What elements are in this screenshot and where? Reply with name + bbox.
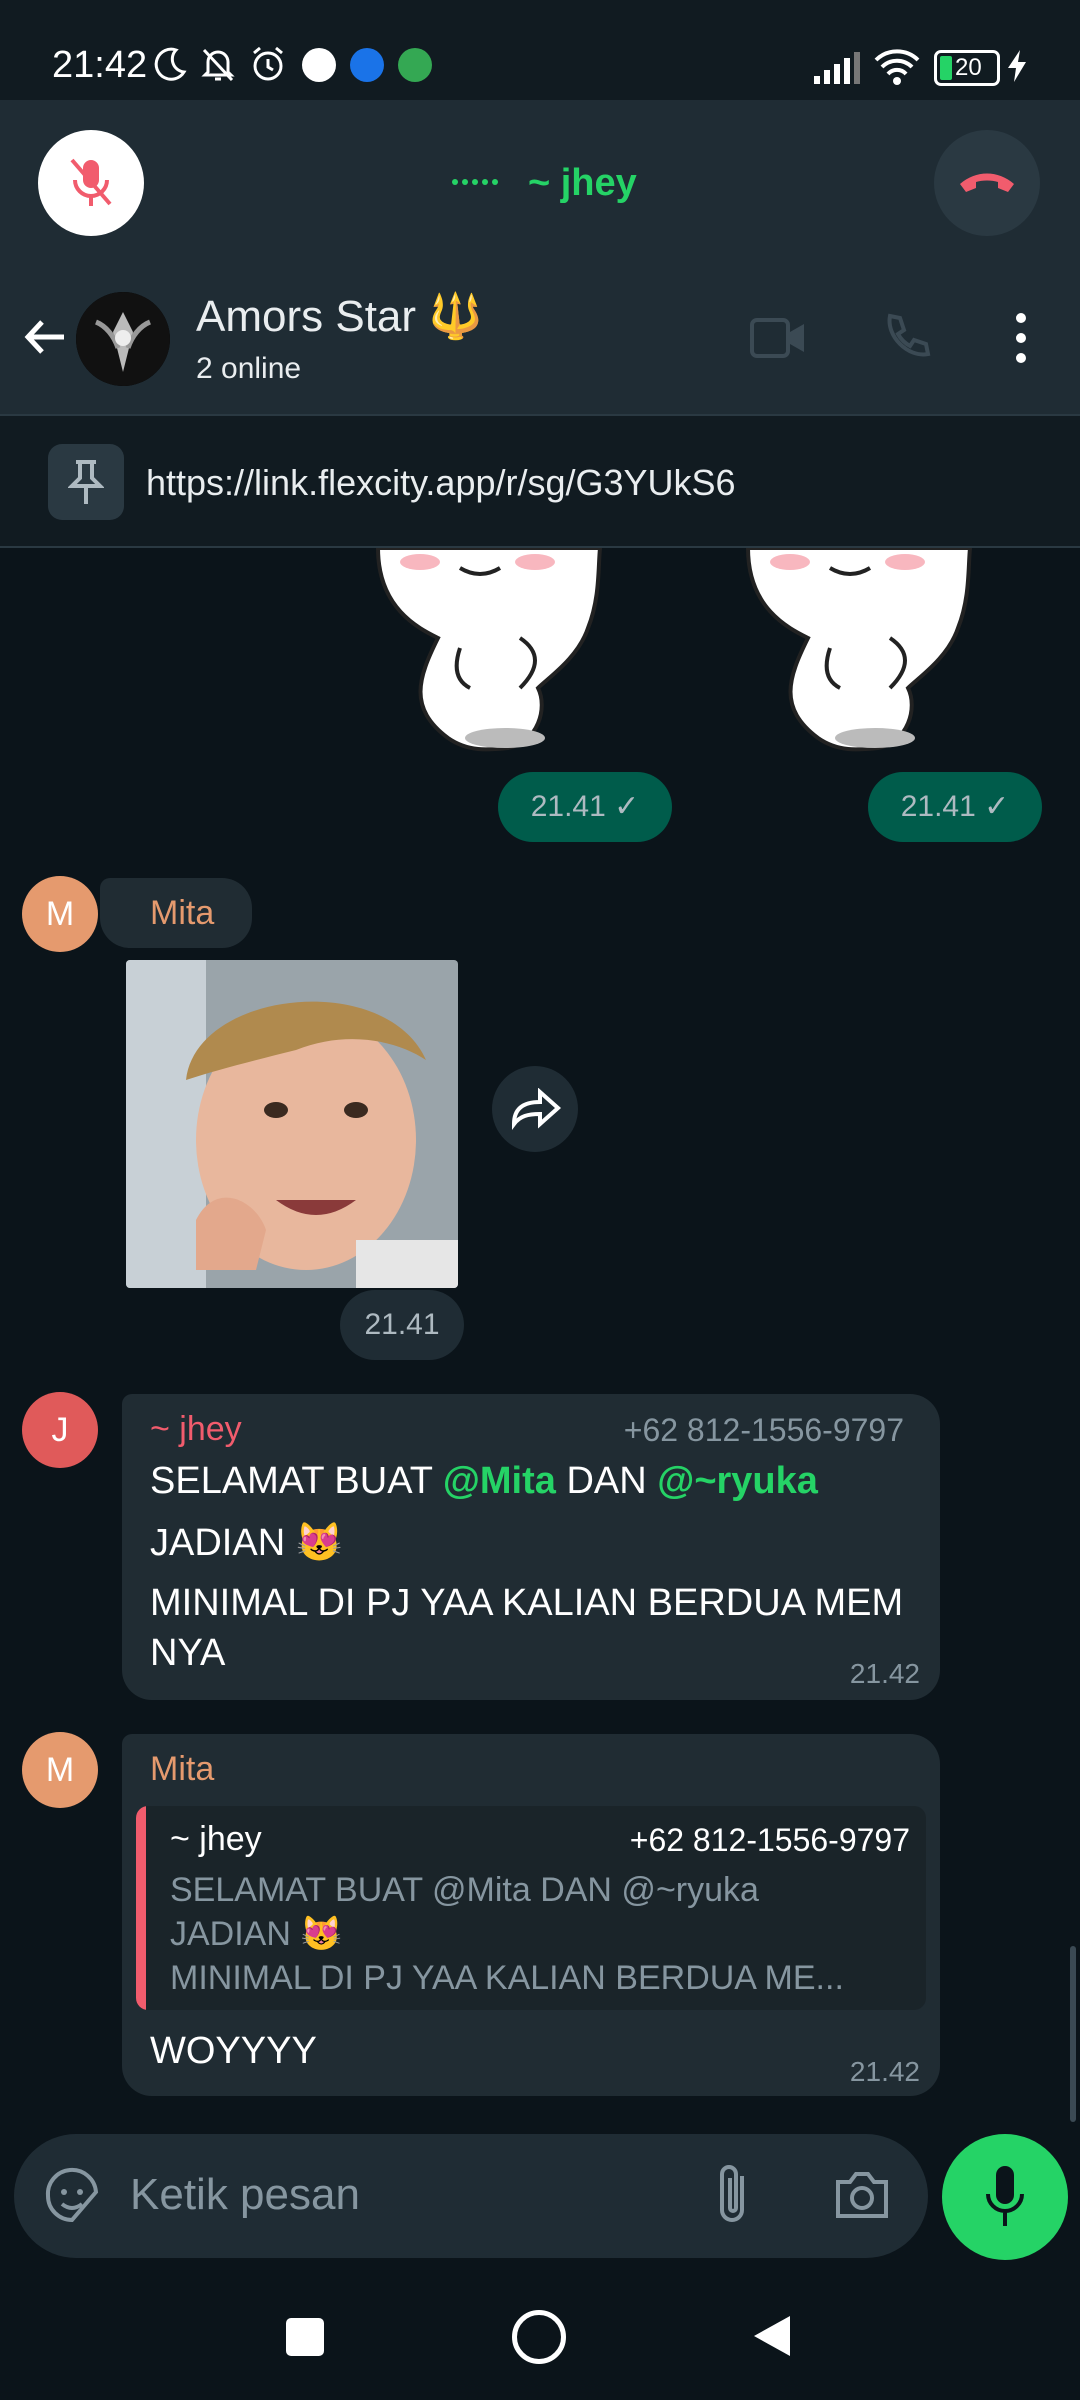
message-bubble-jhey[interactable]: ~ jhey +62 812-1556-9797 SELAMAT BUAT @M…: [122, 1394, 940, 1700]
mic-off-icon: [70, 158, 112, 206]
bell-off-icon: [201, 48, 235, 82]
read-check-icon: ✓: [614, 790, 640, 823]
mute-button[interactable]: [38, 130, 144, 236]
sticker-icon[interactable]: [42, 2166, 102, 2226]
hang-up-icon: [960, 173, 1014, 192]
message-input-bar[interactable]: Ketik pesan: [14, 2134, 928, 2258]
recents-button[interactable]: [286, 2318, 324, 2356]
quoted-line: JADIAN 😻: [170, 1915, 343, 1953]
ongoing-call-bar[interactable]: ~ jhey: [0, 100, 1080, 262]
alarm-icon: [253, 46, 283, 81]
pinned-message-bar[interactable]: https://link.flexcity.app/r/sg/G3YUkS6: [0, 416, 1080, 548]
sticker-time-text-1: 21.41: [530, 790, 606, 823]
sender-avatar[interactable]: J: [22, 1392, 98, 1468]
wifi-icon: [874, 49, 920, 85]
sender-avatar[interactable]: M: [22, 1732, 98, 1808]
message-time: 21.42: [849, 1658, 920, 1689]
photo-message[interactable]: [126, 960, 458, 1288]
forward-icon: [511, 1088, 562, 1130]
play-store-icon: [302, 48, 336, 82]
sender-name: Mita: [150, 1750, 215, 1788]
group-online-status: 2 online: [196, 352, 302, 385]
video-call-icon[interactable]: [750, 314, 806, 362]
group-avatar[interactable]: [76, 292, 170, 386]
call-timer-dots-icon: [452, 172, 502, 192]
text-line: JADIAN 😻: [150, 1522, 344, 1564]
home-button[interactable]: [512, 2310, 566, 2364]
back-button[interactable]: [750, 2314, 792, 2358]
text-part: DAN: [555, 1460, 658, 1502]
group-title[interactable]: Amors Star 🔱: [196, 290, 483, 342]
system-nav-bar: [0, 2270, 1080, 2400]
sticker-timestamp-2: 21.41 ✓: [868, 772, 1042, 842]
quoted-line: MINIMAL DI PJ YAA KALIAN BERDUA ME...: [170, 1959, 844, 1997]
quoted-text: SELAMAT BUAT @Mita DAN @~ryuka JADIAN 😻 …: [170, 1868, 844, 2000]
voice-message-button[interactable]: [942, 2134, 1068, 2260]
photo-timestamp: 21.41: [340, 1290, 464, 1360]
mic-icon: [986, 2166, 1024, 2226]
signal-icon: [814, 52, 860, 84]
app-go-icon: [350, 48, 384, 82]
battery-icon: 20: [934, 50, 1000, 86]
voice-call-icon[interactable]: [880, 312, 932, 364]
app-green-icon: [398, 48, 432, 82]
status-bar: 21:42 20: [0, 0, 1080, 100]
call-participant-name: ~ jhey: [528, 162, 637, 204]
quoted-sender-name: ~ jhey: [170, 1820, 262, 1858]
attach-icon[interactable]: [712, 2162, 752, 2228]
text-part: SELAMAT BUAT: [150, 1460, 443, 1502]
chat-header: Amors Star 🔱 2 online: [0, 262, 1080, 416]
sender-avatar[interactable]: M: [22, 876, 98, 952]
sticker-time-text-2: 21.41: [900, 790, 976, 823]
charging-icon: [1008, 50, 1026, 82]
message-text: SELAMAT BUAT @Mita DAN @~ryuka JADIAN 😻 …: [150, 1456, 920, 1678]
scrollbar[interactable]: [1070, 1946, 1076, 2122]
quoted-line: SELAMAT BUAT @Mita DAN @~ryuka: [170, 1871, 759, 1909]
moon-icon: [154, 47, 187, 81]
message-text: WOYYYY: [150, 2030, 317, 2072]
sticker-image-1[interactable]: [370, 548, 620, 758]
mention-mita[interactable]: @Mita: [443, 1460, 556, 1502]
message-input[interactable]: Ketik pesan: [130, 2170, 360, 2220]
sticker-image-2[interactable]: [740, 548, 990, 758]
status-time: 21:42: [52, 44, 148, 86]
end-call-button[interactable]: [934, 130, 1040, 236]
pinned-link-text[interactable]: https://link.flexcity.app/r/sg/G3YUkS6: [146, 462, 736, 504]
sender-name-bubble: Mita: [100, 878, 252, 948]
sticker-timestamp-1: 21.41 ✓: [498, 772, 672, 842]
sender-name: Mita: [150, 894, 215, 932]
camera-icon[interactable]: [832, 2168, 892, 2222]
read-check-icon: ✓: [984, 790, 1010, 823]
sender-name: ~ jhey: [150, 1410, 242, 1448]
mention-ryuka[interactable]: @~ryuka: [657, 1460, 818, 1502]
forward-button[interactable]: [492, 1066, 578, 1152]
message-time: 21.42: [849, 2056, 920, 2087]
quoted-message[interactable]: ~ jhey +62 812-1556-9797 SELAMAT BUAT @M…: [136, 1806, 926, 2010]
sender-phone: +62 812-1556-9797: [623, 1412, 904, 1448]
quoted-sender-phone: +62 812-1556-9797: [629, 1822, 910, 1858]
battery-level: 20: [955, 54, 982, 81]
back-arrow-icon[interactable]: [20, 312, 70, 362]
text-line: MINIMAL DI PJ YAA KALIAN BERDUA MEM NYA: [150, 1582, 904, 1674]
pin-icon: [48, 444, 124, 520]
message-bubble-mita-reply[interactable]: Mita ~ jhey +62 812-1556-9797 SELAMAT BU…: [122, 1734, 940, 2096]
more-options-icon[interactable]: [1008, 312, 1034, 364]
